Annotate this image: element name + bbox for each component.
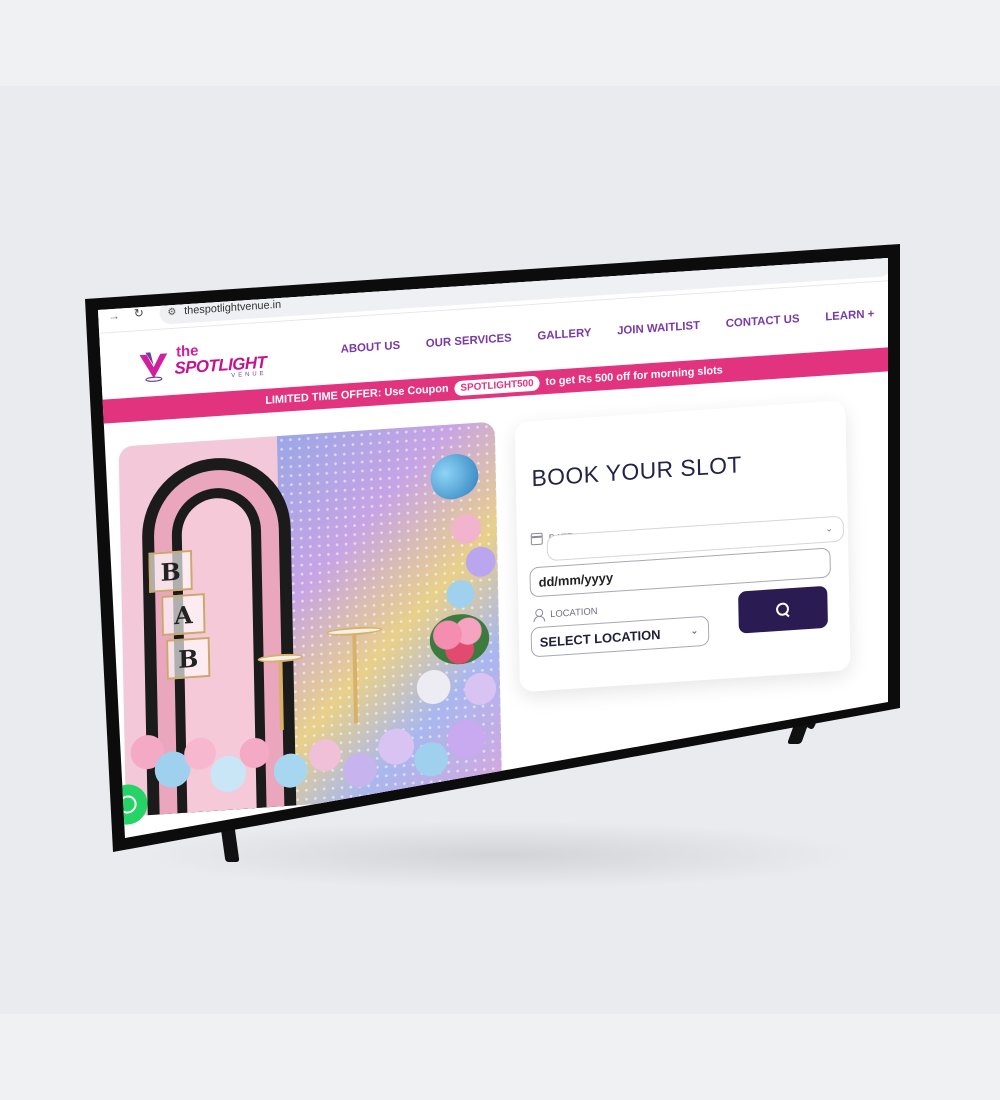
user-icon <box>532 609 544 622</box>
hero-decor-photo: B A B <box>118 421 503 817</box>
reload-icon[interactable]: ↻ <box>134 306 144 321</box>
site-logo[interactable]: the SPOTLIGHT VENUE <box>136 339 267 386</box>
download-icon[interactable]: ⤓ <box>840 219 854 234</box>
main-nav: ABOUT US OUR SERVICES GALLERY JOIN WAITL… <box>341 308 875 356</box>
baby-box: B <box>148 549 193 593</box>
nav-contact-us[interactable]: CONTACT US <box>726 313 800 330</box>
logo-wordmark: the SPOTLIGHT VENUE <box>174 339 266 383</box>
spotlight-logo-icon <box>139 352 168 382</box>
calendar-icon <box>530 532 543 546</box>
nav-gallery[interactable]: GALLERY <box>537 327 591 343</box>
bookmark-star-icon[interactable]: ☆ <box>784 223 798 238</box>
booking-card: BOOK YOUR SLOT DATE ⌄ dd/mm/yyyy LOCATIO… <box>514 400 851 693</box>
background-band-top <box>0 0 1000 86</box>
search-button[interactable] <box>738 585 828 634</box>
location-label-text: LOCATION <box>550 605 598 620</box>
nav-learn-more[interactable]: LEARN + <box>825 308 874 323</box>
booking-title: BOOK YOUR SLOT <box>531 451 743 492</box>
location-select[interactable]: SELECT LOCATION ⌄ <box>530 615 710 658</box>
chevron-down-icon: ⌄ <box>825 523 834 534</box>
offer-suffix: to get Rs 500 off for morning slots <box>545 364 723 389</box>
nav-about-us[interactable]: ABOUT US <box>341 340 401 356</box>
profile-avatar[interactable] <box>867 219 879 232</box>
baby-box: A <box>161 593 206 637</box>
browser-actions: ☆ ⧉ ⤓ <box>784 218 879 238</box>
extensions-icon[interactable]: ⧉ <box>812 221 826 236</box>
search-icon <box>776 602 790 617</box>
chevron-down-icon: ⌄ <box>690 625 699 636</box>
tv-shadow <box>140 820 860 890</box>
location-label: LOCATION <box>532 605 598 622</box>
location-select-value: SELECT LOCATION <box>539 626 661 650</box>
baby-box: B <box>166 636 211 680</box>
coupon-code-badge[interactable]: SPOTLIGHT500 <box>454 375 540 396</box>
offer-prefix: LIMITED TIME OFFER: Use Coupon <box>265 382 449 407</box>
nav-our-services[interactable]: OUR SERVICES <box>426 332 512 350</box>
tv-screen: ☆ ⧉ ⤓ → ↻ ⚙ thespotlightvenue.in the SPO… <box>98 218 888 838</box>
back-arrow-icon[interactable]: → <box>108 308 120 323</box>
nav-join-waitlist[interactable]: JOIN WAITLIST <box>617 320 700 338</box>
background-band-bottom <box>0 1014 1000 1100</box>
site-settings-icon[interactable]: ⚙ <box>167 306 176 318</box>
